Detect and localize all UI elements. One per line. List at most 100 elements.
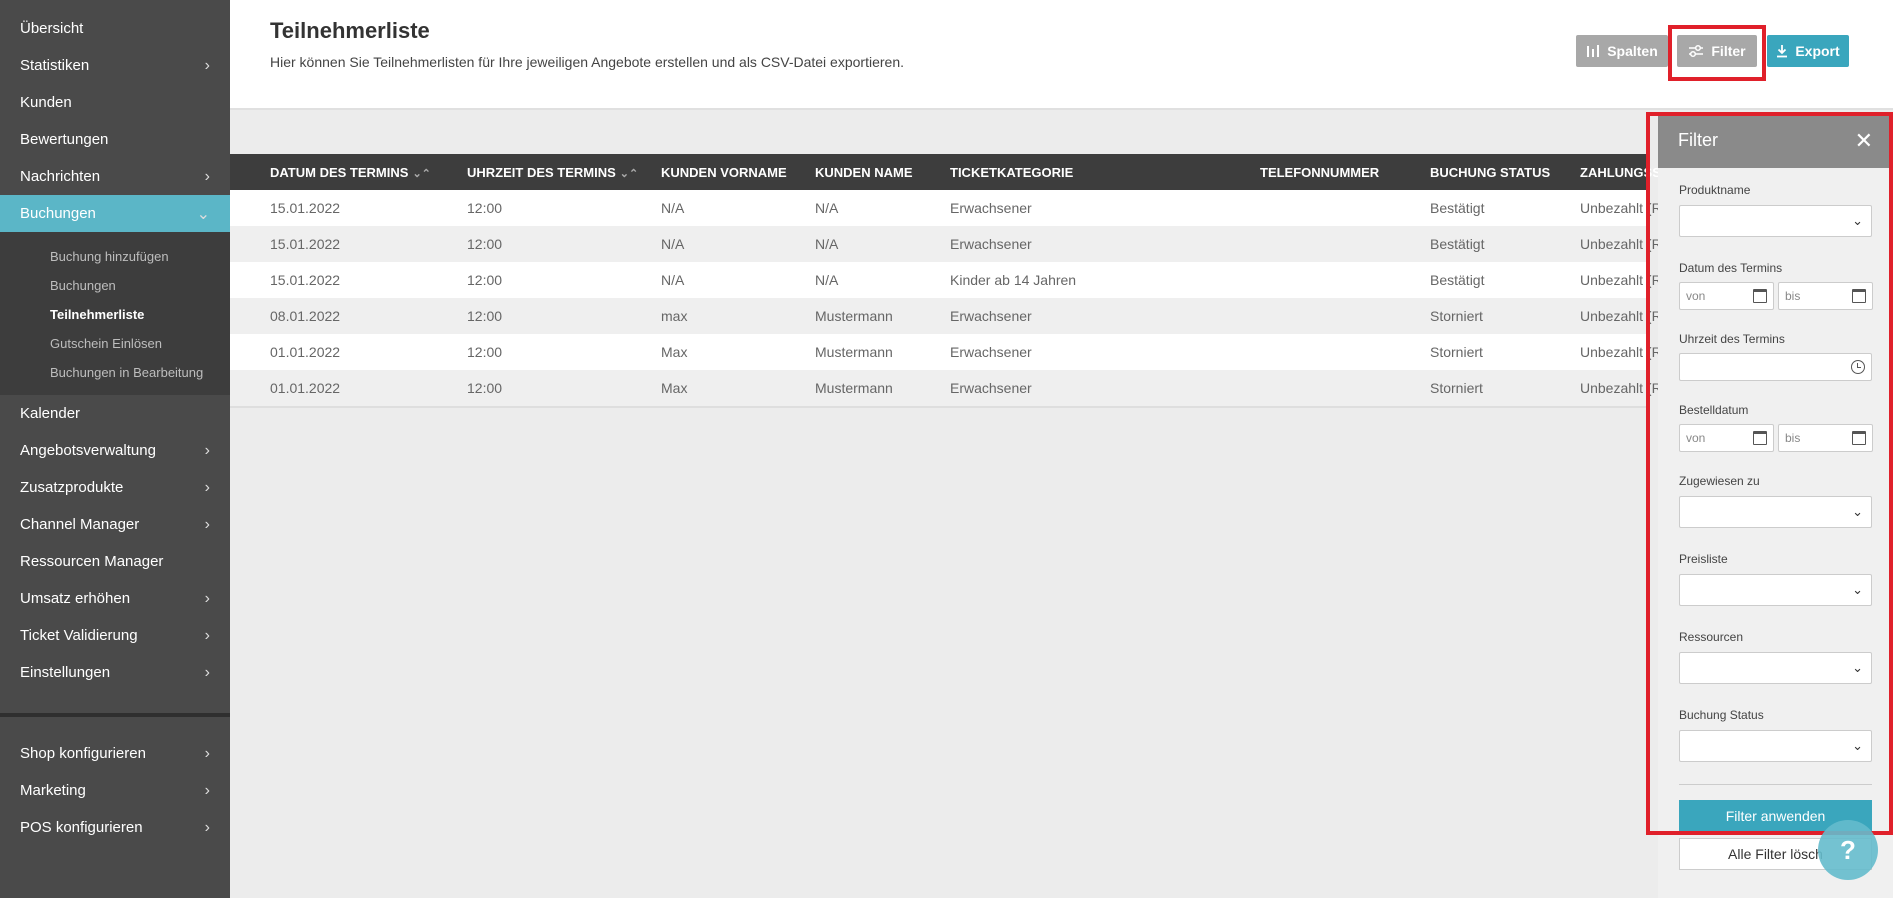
sidebar-item-einstellungen[interactable]: Einstellungen › [0, 654, 230, 691]
help-button[interactable]: ? [1818, 820, 1878, 880]
chevron-icon: › [204, 744, 210, 762]
subnav-item-buchungen[interactable]: Buchungen [0, 271, 230, 300]
cell-date: 08.01.2022 [270, 308, 341, 324]
sidebar-item-label: Kunden [20, 94, 72, 111]
sidebar-item-angebotsverwaltung[interactable]: Angebotsverwaltung › [0, 432, 230, 469]
cell-booking-status: Storniert [1430, 344, 1483, 360]
cell-booking-status: Bestätigt [1430, 200, 1485, 216]
cell-last-name: Mustermann [815, 308, 893, 324]
sidebar-item-bewertungen[interactable]: Bewertungen [0, 121, 230, 158]
sidebar-item-label: Zusatzprodukte [20, 479, 124, 496]
cell-time: 12:00 [467, 272, 503, 288]
sidebar-item-kalender[interactable]: Kalender [0, 395, 230, 432]
cell-time: 12:00 [467, 200, 503, 216]
page-title: Teilnehmerliste [270, 18, 430, 43]
chevron-icon: › [204, 478, 210, 496]
columns-icon [1587, 45, 1600, 57]
export-button[interactable]: Export [1767, 35, 1849, 67]
cell-ticket-category: Erwachsener [950, 236, 1032, 252]
chevron-icon: › [204, 818, 210, 836]
cell-first-name: max [661, 308, 688, 324]
sidebar-item-channel-manager[interactable]: Channel Manager › [0, 506, 230, 543]
sidebar-item-label: Nachrichten [20, 168, 101, 185]
chevron-icon: › [204, 626, 210, 644]
sidebar-item-buchungen[interactable]: Buchungen ⌄ [0, 195, 230, 232]
cell-last-name: N/A [815, 272, 839, 288]
subnav-item-gutschein-einlosen[interactable]: Gutschein Einlösen [0, 329, 230, 358]
filter-button-highlight [1668, 25, 1766, 81]
sidebar-item-pos-konfigurieren[interactable]: POS konfigurieren › [0, 809, 230, 846]
chevron-icon: › [204, 56, 210, 74]
cell-ticket-category: Erwachsener [950, 380, 1032, 396]
table-row[interactable]: 15.01.2022 12:00 N/A N/A Erwachsener Bestätig… [230, 190, 1753, 226]
cell-last-name: Mustermann [815, 380, 893, 396]
cell-first-name: Max [661, 344, 688, 360]
cell-date: 01.01.2022 [270, 380, 341, 396]
sidebar-item-marketing[interactable]: Marketing › [0, 772, 230, 809]
columns-button[interactable]: Spalten [1576, 35, 1668, 67]
sort-icon: ⌄⌃ [412, 167, 431, 180]
table-row[interactable]: 15.01.2022 12:00 N/A N/A Kinder ab 14 Jahren… [230, 262, 1753, 298]
column-header-time[interactable]: UHRZEIT DES TERMINS ⌄⌃ [467, 165, 638, 180]
cell-ticket-category: Erwachsener [950, 308, 1032, 324]
table-row[interactable]: 08.01.2022 12:00 max Mustermann Erwachsener S… [230, 298, 1720, 334]
column-header-first-name: KUNDEN VORNAME [661, 164, 787, 180]
cell-date: 01.01.2022 [270, 344, 341, 360]
chevron-icon: › [204, 663, 210, 681]
chevron-icon: ⌄ [196, 205, 210, 223]
cell-time: 12:00 [467, 344, 503, 360]
column-header-date[interactable]: DATUM DES TERMINS ⌄⌃ [270, 165, 431, 180]
cell-first-name: Max [661, 380, 688, 396]
chevron-icon: › [204, 781, 210, 799]
chevron-icon: › [204, 441, 210, 459]
table-row[interactable]: 01.01.2022 12:00 Max Mustermann Erwachsener S… [230, 334, 1720, 370]
subnav-item-teilnehmerliste[interactable]: Teilnehmerliste [0, 300, 230, 329]
sidebar-item-label: Ticket Validierung [20, 627, 138, 644]
sidebar-item-ticket-validierung[interactable]: Ticket Validierung › [0, 617, 230, 654]
nav-group-config: Shop konfigurieren › Marketing › POS konfigu… [0, 735, 230, 846]
nav-submenu-buchungen: Buchung hinzufügen Buchungen Teilnehmerlis… [0, 232, 230, 395]
sidebar-item-statistiken[interactable]: Statistiken › [0, 47, 230, 84]
cell-time: 12:00 [467, 380, 503, 396]
table-row[interactable]: 15.01.2022 12:00 N/A N/A Erwachsener Bestätig… [230, 226, 1753, 262]
table-header: DATUM DES TERMINS ⌄⌃ UHRZEIT DES TERMINS ⌄… [230, 154, 1702, 190]
nav-group-secondary: Kalender Angebotsverwaltung › Zusatzprodukt… [0, 395, 230, 691]
chevron-icon: › [204, 167, 210, 185]
cell-first-name: N/A [661, 200, 685, 216]
sidebar-item-ressourcen-manager[interactable]: Ressourcen Manager [0, 543, 230, 580]
sidebar-item-label: Einstellungen [20, 664, 111, 681]
nav-divider [0, 713, 230, 717]
column-header-ticket-category: TICKETKATEGORIE [950, 164, 1074, 180]
column-header-phone: TELEFONNUMMER [1260, 164, 1380, 180]
cell-date: 15.01.2022 [270, 272, 341, 288]
sidebar-item-kunden[interactable]: Kunden [0, 84, 230, 121]
participants-table: DATUM DES TERMINS ⌄⌃ UHRZEIT DES TERMINS ⌄… [230, 154, 1753, 408]
sidebar-item-nachrichten[interactable]: Nachrichten › [0, 158, 230, 195]
table-row[interactable]: 01.01.2022 12:00 Max Mustermann Erwachsener S… [230, 370, 1720, 406]
sidebar-item-shop-konfigurieren[interactable]: Shop konfigurieren › [0, 735, 230, 772]
sidebar-item-umsatz-erhohen[interactable]: Umsatz erhöhen › [0, 580, 230, 617]
sidebar: Übersicht Statistiken › Kunden Bewertungen Na… [0, 0, 230, 898]
sidebar-item-label: Channel Manager [20, 516, 140, 533]
filter-panel-highlight [1646, 112, 1893, 835]
sidebar-item-label: Shop konfigurieren [20, 745, 146, 762]
column-header-booking-status: BUCHUNG STATUS [1430, 164, 1551, 180]
cell-first-name: N/A [661, 272, 685, 288]
subnav-item-buchung-hinzufugen[interactable]: Buchung hinzufügen [0, 242, 230, 271]
sidebar-item-label: Übersicht [20, 20, 84, 37]
columns-button-label: Spalten [1607, 43, 1658, 59]
subnav-item-buchungen-in-bearbeitung[interactable]: Buchungen in Bearbeitung [0, 358, 230, 387]
chevron-icon: › [204, 589, 210, 607]
sidebar-item-label: Bewertungen [20, 131, 109, 148]
sidebar-item-zusatzprodukte[interactable]: Zusatzprodukte › [0, 469, 230, 506]
sidebar-item-label: Angebotsverwaltung [20, 442, 156, 459]
cell-booking-status: Bestätigt [1430, 236, 1485, 252]
sidebar-item-ubersicht[interactable]: Übersicht [0, 10, 230, 47]
chevron-icon: › [204, 515, 210, 533]
cell-booking-status: Storniert [1430, 380, 1483, 396]
cell-date: 15.01.2022 [270, 200, 341, 216]
nav-group-main: Übersicht Statistiken › Kunden Bewertungen Na… [0, 0, 230, 232]
cell-booking-status: Storniert [1430, 308, 1483, 324]
table-body: 15.01.2022 12:00 N/A N/A Erwachsener Bestätig… [230, 190, 1753, 406]
sidebar-item-label: POS konfigurieren [20, 819, 143, 836]
